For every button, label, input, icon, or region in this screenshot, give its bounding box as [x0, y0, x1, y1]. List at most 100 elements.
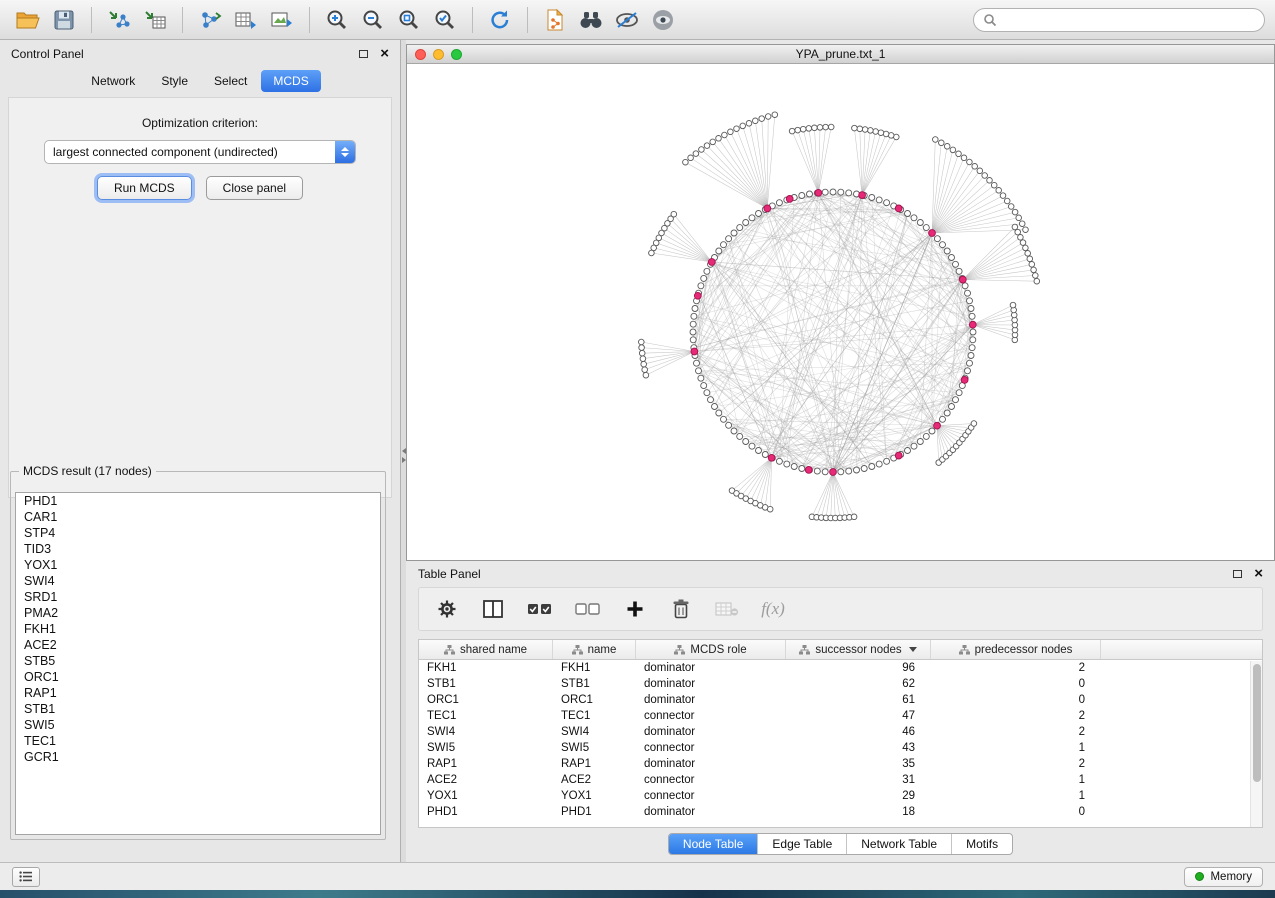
table-row[interactable]: SWI4SWI4dominator462 — [419, 724, 1262, 740]
tab-network-table[interactable]: Network Table — [847, 834, 952, 854]
columns-icon — [482, 599, 504, 619]
tab-network[interactable]: Network — [79, 70, 147, 92]
table-row[interactable]: STB1STB1dominator620 — [419, 676, 1262, 692]
tab-select[interactable]: Select — [202, 70, 259, 92]
mcds-result-item[interactable]: STP4 — [16, 525, 380, 541]
memory-label: Memory — [1210, 871, 1252, 883]
network-leaf-node — [640, 356, 646, 362]
network-leaf-node — [1023, 245, 1029, 251]
optimization-criterion-select[interactable]: largest connected component (undirected) — [44, 140, 356, 164]
table-row[interactable]: ORC1ORC1dominator610 — [419, 692, 1262, 708]
table-row[interactable]: TEC1TEC1connector472 — [419, 708, 1262, 724]
show-panel-list-button[interactable] — [12, 867, 40, 887]
mcds-result-item[interactable]: STB1 — [16, 701, 380, 717]
zoom-in-button[interactable] — [319, 5, 355, 35]
tab-mcds[interactable]: MCDS — [261, 70, 320, 92]
delete-column-button[interactable] — [669, 596, 693, 622]
network-leaf-node — [806, 126, 812, 132]
zoom-selected-button[interactable] — [427, 5, 463, 35]
control-panel-tabs: NetworkStyleSelectMCDS — [0, 68, 400, 94]
mcds-result-item[interactable]: GCR1 — [16, 749, 380, 765]
mcds-result-item[interactable]: STB5 — [16, 653, 380, 669]
network-graph[interactable] — [407, 64, 1274, 560]
export-network-button[interactable] — [192, 5, 228, 35]
show-hide-button[interactable] — [645, 5, 681, 35]
share-document-button[interactable] — [537, 5, 573, 35]
minimize-window-icon[interactable] — [433, 49, 444, 60]
mcds-result-item[interactable]: YOX1 — [16, 557, 380, 573]
table-row[interactable]: YOX1YOX1connector291 — [419, 788, 1262, 804]
column-header-predecessors[interactable]: predecessor nodes — [931, 640, 1101, 659]
mcds-result-item[interactable]: ACE2 — [16, 637, 380, 653]
select-all-rows-button[interactable] — [527, 596, 553, 622]
mcds-dominator-node — [708, 259, 715, 266]
refresh-layout-button[interactable] — [482, 5, 518, 35]
tab-motifs[interactable]: Motifs — [952, 834, 1012, 854]
toggle-column-view-button[interactable] — [481, 596, 505, 622]
mcds-dominator-node — [691, 348, 698, 355]
control-panel-title: Control Panel — [11, 47, 84, 61]
export-image-button[interactable] — [264, 5, 300, 35]
find-button[interactable] — [573, 5, 609, 35]
cell-successors: 61 — [786, 692, 931, 708]
zoom-out-button[interactable] — [355, 5, 391, 35]
mcds-result-item[interactable]: SWI4 — [16, 573, 380, 589]
close-panel-action-button[interactable]: Close panel — [206, 176, 303, 200]
mcds-result-item[interactable]: PHD1 — [16, 493, 380, 509]
gear-icon — [436, 598, 458, 620]
float-panel-button[interactable] — [359, 50, 368, 58]
table-row[interactable]: FKH1FKH1dominator962 — [419, 660, 1262, 676]
maximize-window-icon[interactable] — [451, 49, 462, 60]
network-leaf-node — [828, 124, 834, 130]
column-header-shared_name[interactable]: shared name — [419, 640, 553, 659]
column-header-role[interactable]: MCDS role — [636, 640, 786, 659]
tab-edge-table[interactable]: Edge Table — [758, 834, 847, 854]
column-header-successors[interactable]: successor nodes — [786, 640, 931, 659]
mcds-result-list[interactable]: PHD1CAR1STP4TID3YOX1SWI4SRD1PMA2FKH1ACE2… — [15, 492, 381, 835]
tab-node-table[interactable]: Node Table — [669, 834, 759, 854]
mcds-result-item[interactable]: CAR1 — [16, 509, 380, 525]
graphics-details-button[interactable] — [609, 5, 645, 35]
deselect-all-rows-button[interactable] — [575, 596, 601, 622]
open-file-button[interactable] — [10, 5, 46, 35]
mcds-result-item[interactable]: TID3 — [16, 541, 380, 557]
save-session-button[interactable] — [46, 5, 82, 35]
mcds-result-item[interactable]: SRD1 — [16, 589, 380, 605]
table-row[interactable]: RAP1RAP1dominator352 — [419, 756, 1262, 772]
export-table-button[interactable] — [228, 5, 264, 35]
mcds-result-item[interactable]: RAP1 — [16, 685, 380, 701]
global-search-field[interactable] — [973, 8, 1265, 32]
clear-table-button[interactable] — [715, 596, 739, 622]
network-canvas[interactable] — [407, 64, 1274, 560]
column-header-name[interactable]: name — [553, 640, 636, 659]
close-panel-button[interactable]: × — [380, 49, 389, 59]
mcds-result-item[interactable]: SWI5 — [16, 717, 380, 733]
table-scrollbar[interactable] — [1250, 661, 1262, 827]
table-row[interactable]: ACE2ACE2connector311 — [419, 772, 1262, 788]
network-window-titlebar[interactable]: YPA_prune.txt_1 — [407, 45, 1274, 64]
table-row[interactable]: SWI5SWI5connector431 — [419, 740, 1262, 756]
float-table-panel-button[interactable] — [1233, 570, 1242, 578]
network-node — [822, 469, 828, 475]
network-node — [838, 469, 844, 475]
run-mcds-button[interactable]: Run MCDS — [97, 176, 192, 200]
add-column-button[interactable] — [623, 596, 647, 622]
network-node — [884, 200, 890, 206]
zoom-fit-button[interactable] — [391, 5, 427, 35]
export-image-icon — [270, 9, 294, 31]
import-network-button[interactable] — [101, 5, 137, 35]
mcds-result-item[interactable]: PMA2 — [16, 605, 380, 621]
import-table-button[interactable] — [137, 5, 173, 35]
tab-style[interactable]: Style — [149, 70, 200, 92]
close-window-icon[interactable] — [415, 49, 426, 60]
scrollbar-thumb[interactable] — [1253, 664, 1261, 782]
search-input[interactable] — [1003, 13, 1255, 27]
table-settings-button[interactable] — [435, 596, 459, 622]
close-table-panel-button[interactable]: × — [1254, 569, 1263, 579]
mcds-result-item[interactable]: FKH1 — [16, 621, 380, 637]
table-row[interactable]: PHD1PHD1dominator180 — [419, 804, 1262, 820]
mcds-result-item[interactable]: ORC1 — [16, 669, 380, 685]
function-builder-button[interactable]: f(x) — [761, 596, 785, 622]
memory-button[interactable]: Memory — [1184, 867, 1263, 887]
mcds-result-item[interactable]: TEC1 — [16, 733, 380, 749]
